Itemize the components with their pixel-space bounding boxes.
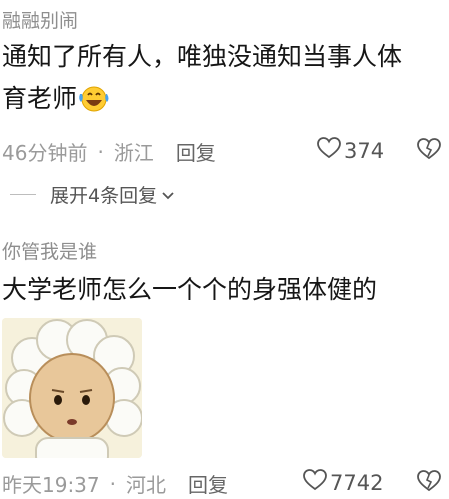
comment-meta: 46分钟前 · 浙江 回复 (2, 137, 216, 166)
reply-button[interactable]: 回复 (176, 137, 216, 166)
broken-heart-icon (416, 470, 442, 497)
like-count: 374 (344, 138, 385, 163)
like-button[interactable]: 7742 (302, 468, 383, 497)
like-count: 7742 (330, 470, 384, 495)
heart-icon (316, 136, 344, 165)
comment-location: 浙江 (113, 141, 154, 165)
comment-time: 昨天19:37 (2, 473, 100, 497)
reply-button[interactable]: 回复 (188, 469, 228, 498)
dislike-button[interactable] (416, 137, 442, 165)
laughing-tears-emoji-icon (77, 83, 111, 125)
slow-goat-sticker-icon (2, 318, 142, 458)
comment-time: 46分钟前 (2, 141, 88, 165)
comment-sticker-image[interactable] (2, 318, 142, 458)
dislike-button[interactable] (416, 469, 442, 497)
chevron-down-icon (161, 184, 175, 206)
meta-separator: · (109, 471, 116, 496)
expand-replies-button[interactable]: 展开4条回复 (10, 181, 175, 208)
heart-icon (302, 468, 330, 497)
meta-separator: · (97, 139, 104, 164)
comment-text-line1: 通知了所有人，唯独没通知当事人体 (2, 42, 403, 71)
comment-text: 大学老师怎么一个个的身强体健的 (2, 275, 378, 304)
comment-location: 河北 (126, 473, 166, 497)
expand-replies-label: 展开4条回复 (50, 185, 158, 207)
comment-meta: 昨天19:37 · 河北 回复 (2, 469, 228, 498)
comment-text-line2: 育老师 (2, 84, 78, 113)
broken-heart-icon (416, 138, 442, 165)
like-button[interactable]: 374 (316, 136, 384, 165)
divider-line (10, 194, 36, 195)
comment-text-line2-wrap: 育老师 (2, 80, 111, 125)
comment-username[interactable]: 你管我是谁 (2, 237, 97, 264)
comment-username[interactable]: 融融别闹 (2, 6, 78, 33)
